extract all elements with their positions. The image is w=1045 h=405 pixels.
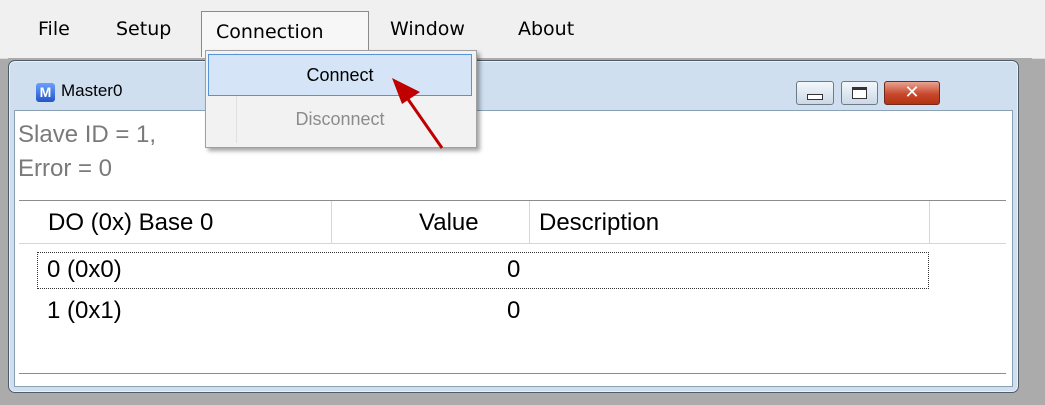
minimize-icon [797, 82, 833, 104]
maximize-button[interactable] [841, 81, 878, 105]
master-child-window: M Master0 ✕ Slave ID = 1, Error = 0 DO (… [8, 60, 1019, 393]
app-icon: M [36, 83, 55, 102]
coil-table: DO (0x) Base 0 Value Description 0 (0x0)… [19, 200, 1006, 374]
menu-bar: File Setup Connection Window About [0, 0, 1045, 59]
window-client-area: Slave ID = 1, Error = 0 DO (0x) Base 0 V… [14, 110, 1013, 387]
child-window-titlebar[interactable]: M Master0 ✕ [9, 61, 1018, 105]
disconnect-menu-item: Disconnect [295, 109, 385, 129]
minimize-button[interactable] [796, 81, 834, 105]
connect-menu-item[interactable]: Connect [208, 54, 472, 96]
header-address[interactable]: DO (0x) Base 0 [48, 209, 213, 237]
menu-window[interactable]: Window [390, 12, 465, 46]
error-status: Error = 0 [18, 155, 113, 182]
close-icon: ✕ [904, 82, 920, 103]
maximize-icon [842, 82, 877, 104]
column-divider[interactable] [331, 201, 332, 243]
slave-id-status: Slave ID = 1, [18, 121, 157, 148]
window-title: Master0 [61, 81, 123, 100]
row-value: 0 [507, 256, 521, 283]
menu-setup[interactable]: Setup [116, 12, 171, 46]
menu-file[interactable]: File [38, 12, 70, 46]
column-divider[interactable] [929, 201, 930, 243]
row-value: 0 [507, 297, 521, 324]
table-header: DO (0x) Base 0 Value Description [19, 201, 1006, 244]
header-value[interactable]: Value [419, 209, 479, 237]
column-divider[interactable] [529, 201, 530, 243]
row-address: 1 (0x1) [47, 297, 122, 324]
close-button[interactable]: ✕ [884, 81, 940, 105]
selected-row-focus [37, 252, 929, 289]
menu-about[interactable]: About [518, 12, 574, 46]
row-address: 0 (0x0) [47, 256, 122, 283]
connection-dropdown-menu: Connect Disconnect [205, 50, 477, 148]
header-description[interactable]: Description [539, 209, 659, 237]
